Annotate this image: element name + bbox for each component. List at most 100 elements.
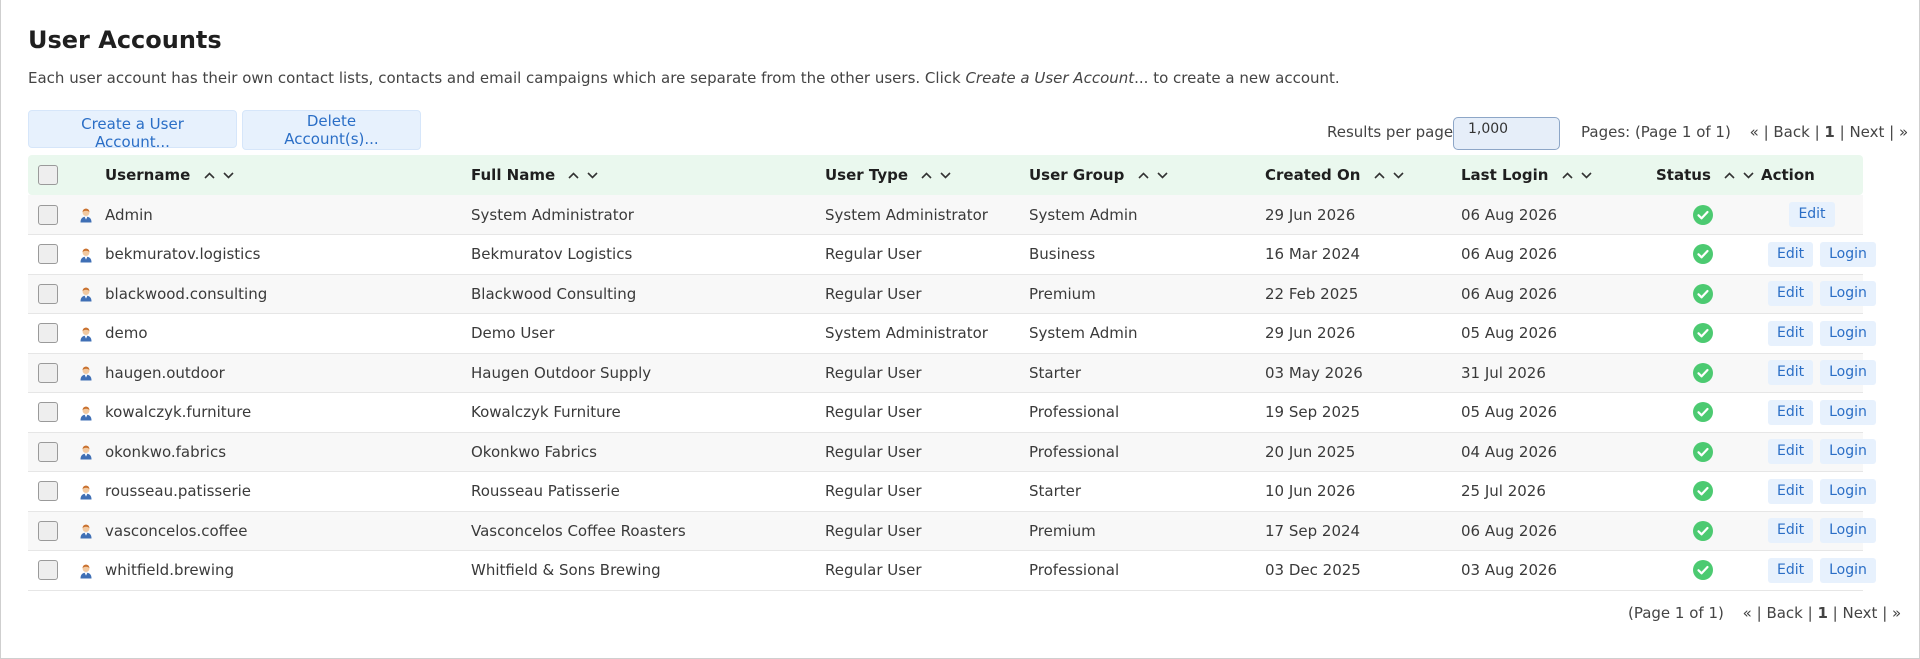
cell-full-name: Haugen Outdoor Supply	[471, 353, 825, 393]
cell-status	[1656, 511, 1761, 551]
results-per-page-input[interactable]	[1453, 117, 1560, 150]
edit-button[interactable]: Edit	[1768, 399, 1814, 425]
col-full-name-label[interactable]: Full Name	[471, 166, 555, 184]
sort-descending-icon[interactable]	[940, 172, 951, 179]
username-text: kowalczyk.furniture	[105, 403, 252, 422]
col-username-label[interactable]: Username	[105, 166, 190, 184]
login-button[interactable]: Login	[1820, 399, 1876, 425]
sort-descending-icon[interactable]	[587, 172, 598, 179]
row-checkbox[interactable]	[38, 402, 58, 423]
sort-controls	[1138, 172, 1168, 179]
sort-descending-icon[interactable]	[1743, 172, 1754, 179]
row-checkbox[interactable]	[38, 244, 58, 265]
login-button[interactable]: Login	[1820, 241, 1876, 267]
row-checkbox[interactable]	[38, 520, 58, 541]
row-icon-cell	[76, 392, 105, 433]
last-login-text: 06 Aug 2026	[1461, 205, 1558, 224]
pager-first-link[interactable]: «	[1750, 123, 1759, 141]
col-user-type-label[interactable]: User Type	[825, 166, 908, 184]
col-last-login-label[interactable]: Last Login	[1461, 166, 1548, 184]
pages-label: Pages: (Page 1 of 1)	[1581, 123, 1731, 141]
pager-first-link[interactable]: «	[1743, 604, 1752, 622]
create-account-button[interactable]: Create a User Account...	[28, 110, 237, 151]
login-button[interactable]: Login	[1820, 518, 1876, 544]
row-checkbox[interactable]	[38, 283, 58, 304]
cell-user-group: System Admin	[1029, 195, 1265, 235]
full-name-text: Whitfield & Sons Brewing	[471, 561, 661, 580]
sort-descending-icon[interactable]	[1157, 172, 1168, 179]
cell-action: Edit Login	[1761, 313, 1876, 354]
cell-created-on: 17 Sep 2024	[1265, 511, 1461, 551]
edit-button[interactable]: Edit	[1768, 439, 1814, 465]
sort-ascending-icon[interactable]	[1374, 172, 1385, 179]
edit-button[interactable]: Edit	[1768, 320, 1814, 346]
pager-back-link[interactable]: Back	[1766, 604, 1802, 622]
created-on-text: 03 Dec 2025	[1265, 561, 1361, 580]
select-all-checkbox[interactable]	[38, 165, 58, 185]
edit-button[interactable]: Edit	[1768, 360, 1814, 386]
col-user-group-label[interactable]: User Group	[1029, 166, 1124, 184]
username-text: haugen.outdoor	[105, 363, 225, 382]
cell-user-group: Starter	[1029, 353, 1265, 393]
edit-button[interactable]: Edit	[1768, 518, 1814, 544]
sort-ascending-icon[interactable]	[1138, 172, 1149, 179]
cell-created-on: 16 Mar 2024	[1265, 234, 1461, 275]
sort-ascending-icon[interactable]	[568, 172, 579, 179]
col-created-on-label[interactable]: Created On	[1265, 166, 1360, 184]
row-checkbox[interactable]	[38, 362, 58, 383]
edit-button[interactable]: Edit	[1768, 478, 1814, 504]
cell-user-group: Professional	[1029, 392, 1265, 433]
cell-username: vasconcelos.coffee	[105, 511, 471, 551]
row-checkbox[interactable]	[38, 560, 58, 581]
cell-user-type: Regular User	[825, 511, 1029, 551]
sort-descending-icon[interactable]	[222, 172, 234, 179]
user-type-text: Regular User	[825, 521, 922, 540]
user-icon	[80, 524, 92, 539]
sort-descending-icon[interactable]	[1581, 172, 1592, 179]
col-action-label: Action	[1761, 166, 1815, 184]
username-text: okonkwo.fabrics	[105, 442, 227, 461]
edit-button[interactable]: Edit	[1768, 241, 1814, 267]
sort-descending-icon[interactable]	[1393, 172, 1404, 179]
cell-full-name: Okonkwo Fabrics	[471, 432, 825, 472]
delete-accounts-button[interactable]: Delete Account(s)...	[242, 110, 421, 150]
status-active-icon	[1693, 362, 1713, 383]
cell-username: Admin	[105, 195, 471, 235]
username-text: demo	[105, 324, 148, 343]
login-button[interactable]: Login	[1820, 320, 1876, 346]
login-button[interactable]: Login	[1820, 478, 1876, 504]
pager-next-link[interactable]: Next	[1842, 604, 1877, 622]
edit-button[interactable]: Edit	[1768, 557, 1814, 583]
last-login-text: 05 Aug 2026	[1461, 324, 1558, 343]
row-checkbox[interactable]	[38, 441, 58, 462]
col-action: Action	[1761, 155, 1863, 195]
login-button[interactable]: Login	[1820, 360, 1876, 386]
pager-next-link[interactable]: Next	[1849, 123, 1884, 141]
user-group-text: Business	[1029, 245, 1096, 264]
cell-user-type: Regular User	[825, 550, 1029, 591]
status-active-icon	[1693, 323, 1713, 344]
pager-last-link[interactable]: »	[1892, 604, 1901, 622]
cell-status	[1656, 313, 1761, 354]
row-checkbox[interactable]	[38, 481, 58, 502]
edit-button[interactable]: Edit	[1768, 281, 1814, 307]
sort-ascending-icon[interactable]	[1562, 172, 1573, 179]
col-status-label[interactable]: Status	[1656, 166, 1711, 184]
user-group-text: Starter	[1029, 482, 1082, 501]
sort-controls	[203, 172, 234, 179]
pager-last-link[interactable]: »	[1899, 123, 1908, 141]
row-checkbox[interactable]	[38, 204, 58, 225]
sort-ascending-icon[interactable]	[203, 172, 215, 179]
row-checkbox[interactable]	[38, 323, 58, 344]
sort-ascending-icon[interactable]	[1724, 172, 1735, 179]
results-per-page-label: Results per page:	[1327, 123, 1459, 141]
login-button[interactable]: Login	[1820, 439, 1876, 465]
login-button[interactable]: Login	[1820, 557, 1876, 583]
sort-ascending-icon[interactable]	[921, 172, 932, 179]
intro-suffix: ... to create a new account.	[1134, 69, 1340, 87]
login-button[interactable]: Login	[1820, 281, 1876, 307]
pager-back-link[interactable]: Back	[1773, 123, 1809, 141]
table-header-row: Username Full Name User Type User Group …	[28, 155, 1863, 195]
row-select-cell	[28, 432, 76, 472]
edit-button[interactable]: Edit	[1789, 202, 1835, 227]
